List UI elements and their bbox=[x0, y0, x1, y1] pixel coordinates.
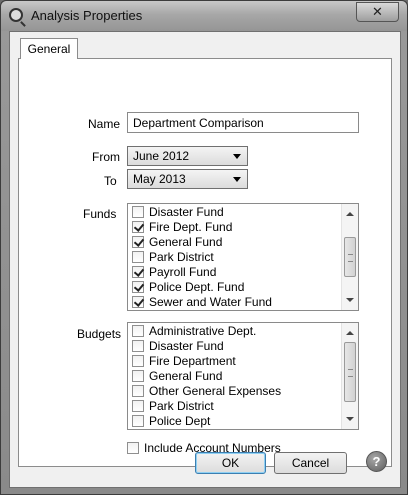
fund-list-item[interactable]: Payroll Fund bbox=[128, 265, 358, 280]
from-label: From bbox=[92, 150, 120, 164]
budget-list-item[interactable]: Police Dept bbox=[128, 414, 358, 429]
fund-list-item[interactable]: General Fund bbox=[128, 235, 358, 250]
budget-list-item-label: Police Dept bbox=[149, 414, 211, 428]
budget-list-item[interactable]: Disaster Fund bbox=[128, 339, 358, 354]
checkbox[interactable] bbox=[132, 400, 144, 412]
budget-list-item-label: Other General Expenses bbox=[149, 384, 282, 398]
from-select-value: June 2012 bbox=[133, 149, 190, 163]
general-tab-panel: Name From June 2012 To May 2013 Funds Di… bbox=[18, 58, 392, 467]
budgets-label: Budgets bbox=[77, 327, 122, 341]
fund-list-item-label: Fire Dept. Fund bbox=[149, 220, 233, 234]
budgets-list[interactable]: Administrative Dept. Disaster Fund Fire De… bbox=[127, 322, 359, 430]
fund-list-item-label: Payroll Fund bbox=[149, 265, 217, 279]
scroll-up-icon[interactable] bbox=[346, 212, 354, 216]
help-icon[interactable]: ? bbox=[366, 451, 387, 472]
magnifier-icon bbox=[9, 8, 23, 22]
include-account-numbers-checkbox[interactable] bbox=[127, 442, 139, 454]
checkbox[interactable] bbox=[132, 415, 144, 427]
funds-scroll-thumb[interactable] bbox=[344, 237, 356, 277]
checkbox[interactable] bbox=[132, 251, 144, 263]
fund-list-item-label: General Fund bbox=[149, 235, 223, 249]
fund-list-item[interactable]: Park District bbox=[128, 250, 358, 265]
chevron-down-icon bbox=[233, 177, 241, 182]
fund-list-item[interactable]: Sewer and Water Fund bbox=[128, 295, 358, 310]
checked-checkbox[interactable] bbox=[132, 221, 144, 233]
to-select-value: May 2013 bbox=[133, 172, 186, 186]
checkbox[interactable] bbox=[132, 370, 144, 382]
name-label: Name bbox=[88, 117, 121, 131]
window-title: Analysis Properties bbox=[31, 8, 143, 23]
checkbox[interactable] bbox=[132, 325, 144, 337]
fund-list-item[interactable]: Disaster Fund bbox=[128, 205, 358, 220]
analysis-properties-window: Analysis Properties ✕ General Name From … bbox=[0, 0, 408, 495]
budget-list-item[interactable]: Park District bbox=[128, 399, 358, 414]
checkbox[interactable] bbox=[132, 206, 144, 218]
checked-checkbox[interactable] bbox=[132, 281, 144, 293]
name-input[interactable] bbox=[127, 112, 359, 133]
fund-list-item[interactable]: Police Dept. Fund bbox=[128, 280, 358, 295]
tab-general[interactable]: General bbox=[20, 38, 78, 59]
title-bar[interactable]: Analysis Properties ✕ bbox=[1, 1, 407, 31]
fund-list-item-label: Park District bbox=[149, 250, 214, 264]
budget-list-item[interactable]: Administrative Dept. bbox=[128, 324, 358, 339]
fund-list-item-label: Disaster Fund bbox=[149, 205, 224, 219]
budget-list-item[interactable]: Other General Expenses bbox=[128, 384, 358, 399]
budget-list-item-label: Administrative Dept. bbox=[149, 324, 257, 338]
close-button[interactable]: ✕ bbox=[356, 2, 399, 22]
dialog-client-area: General Name From June 2012 To May 2013 … bbox=[9, 31, 401, 488]
to-select[interactable]: May 2013 bbox=[127, 169, 248, 189]
from-select[interactable]: June 2012 bbox=[127, 146, 248, 166]
to-label: To bbox=[104, 174, 117, 188]
funds-scrollbar[interactable] bbox=[341, 204, 358, 310]
fund-list-item-label: Sewer and Water Fund bbox=[149, 295, 272, 309]
chevron-down-icon bbox=[233, 154, 241, 159]
fund-list-item-label: Police Dept. Fund bbox=[149, 280, 245, 294]
checked-checkbox[interactable] bbox=[132, 266, 144, 278]
budgets-scrollbar[interactable] bbox=[341, 323, 358, 429]
budget-list-item-label: Park District bbox=[149, 399, 214, 413]
budget-list-item-label: General Fund bbox=[149, 369, 223, 383]
checkbox[interactable] bbox=[132, 385, 144, 397]
budget-list-item[interactable]: Fire Department bbox=[128, 354, 358, 369]
checked-checkbox[interactable] bbox=[132, 296, 144, 308]
budget-list-item-label: Fire Department bbox=[149, 354, 236, 368]
fund-list-item[interactable]: Fire Dept. Fund bbox=[128, 220, 358, 235]
funds-label: Funds bbox=[83, 207, 117, 221]
cancel-button[interactable]: Cancel bbox=[274, 452, 347, 474]
budget-list-item[interactable]: General Fund bbox=[128, 369, 358, 384]
funds-list[interactable]: Disaster Fund Fire Dept. Fund General Fund… bbox=[127, 203, 359, 311]
scroll-down-icon[interactable] bbox=[346, 298, 354, 302]
scroll-up-icon[interactable] bbox=[346, 331, 354, 335]
checkbox[interactable] bbox=[132, 340, 144, 352]
budget-list-item-label: Disaster Fund bbox=[149, 339, 224, 353]
budgets-scroll-thumb[interactable] bbox=[344, 342, 356, 402]
ok-button[interactable]: OK bbox=[195, 452, 266, 474]
checkbox[interactable] bbox=[132, 355, 144, 367]
checked-checkbox[interactable] bbox=[132, 236, 144, 248]
scroll-down-icon[interactable] bbox=[346, 417, 354, 421]
